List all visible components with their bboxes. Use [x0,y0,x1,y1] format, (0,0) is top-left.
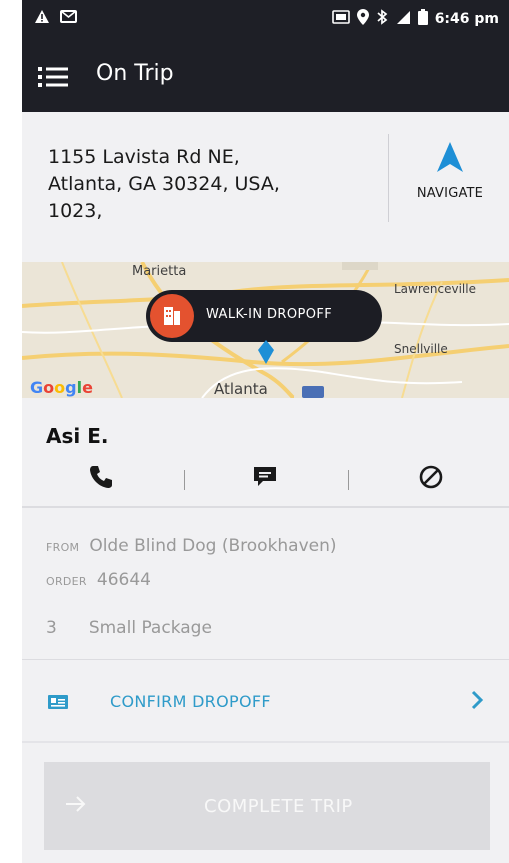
walk-in-dropoff-label: WALK-IN DROPOFF [206,307,333,322]
location-icon [356,9,369,29]
order-key: ORDER [46,575,87,588]
address-line-2: Atlanta, GA 30324, USA, [48,173,280,195]
map-label-marietta: Marietta [132,264,187,279]
map-view[interactable]: Marietta Lawrenceville Snellville Atlant… [22,262,509,398]
chevron-right-icon [470,689,484,715]
rider-divider [22,506,509,508]
package-count: 3 [46,618,57,638]
message-icon [252,467,278,492]
address-divider [388,134,389,222]
order-value: 46644 [96,570,151,590]
complete-trip-label: COMPLETE TRIP [204,796,353,817]
complete-trip-button[interactable]: COMPLETE TRIP [44,762,490,850]
confirm-dropoff-button[interactable]: CONFIRM DROPOFF [22,661,509,743]
phone-icon [88,466,114,494]
message-button[interactable] [252,464,292,496]
signal-icon [395,10,411,29]
details-divider [22,659,509,660]
app-bar: On Trip [22,40,509,112]
walk-in-dropoff-icon [150,294,194,338]
cast-icon [331,10,350,28]
action-separator [348,470,349,490]
page-title: On Trip [96,61,174,86]
destination-card: 1155 Lavista Rd NE, Atlanta, GA 30324, U… [22,112,509,262]
confirm-divider [22,741,509,743]
map-attribution: Google [30,378,93,397]
cancel-icon [418,465,444,494]
rider-actions [22,464,509,496]
destination-address: 1155 Lavista Rd NE, Atlanta, GA 30324, U… [48,144,378,225]
status-right: 6:46 pm [331,9,499,29]
walk-in-dropoff-callout[interactable]: WALK-IN DROPOFF [146,290,382,342]
navigation-arrow-icon [437,142,463,176]
navigate-button[interactable]: NAVIGATE [400,142,500,222]
call-button[interactable] [88,464,128,496]
navigate-label: NAVIGATE [416,186,484,201]
map-label-lawrenceville: Lawrenceville [394,282,476,296]
order-row: ORDER 46644 [46,570,151,590]
status-bar: 6:46 pm [22,0,509,40]
phone-screen: 6:46 pm On Trip 1155 Lavista Rd NE, Atla… [22,0,509,863]
from-key: FROM [46,541,80,554]
from-value: Olde Blind Dog (Brookhaven) [89,536,337,556]
address-line-1: 1155 Lavista Rd NE, [48,146,240,168]
confirm-dropoff-label: CONFIRM DROPOFF [110,692,271,711]
trip-details: FROM Olde Blind Dog (Brookhaven) ORDER 466… [22,510,509,660]
cancel-trip-button[interactable] [418,464,458,496]
map-label-snellville: Snellville [394,342,448,356]
address-line-3: 1023, [48,200,103,222]
id-card-icon [48,694,68,713]
battery-icon [417,9,428,29]
package-row: 3 Small Package [46,618,212,638]
action-separator [184,470,185,490]
package-type: Small Package [88,618,212,638]
rider-card: Asi E. [22,398,509,508]
message-icon [60,9,77,28]
warning-icon [34,9,50,28]
arrow-right-icon [64,794,88,818]
destination-pin-icon [258,340,274,368]
status-left [34,9,77,28]
rider-name: Asi E. [46,424,109,448]
menu-icon[interactable] [38,66,68,92]
map-label-atlanta: Atlanta [214,380,268,398]
from-row: FROM Olde Blind Dog (Brookhaven) [46,536,337,556]
status-time: 6:46 pm [434,11,499,27]
bluetooth-icon [376,9,388,29]
